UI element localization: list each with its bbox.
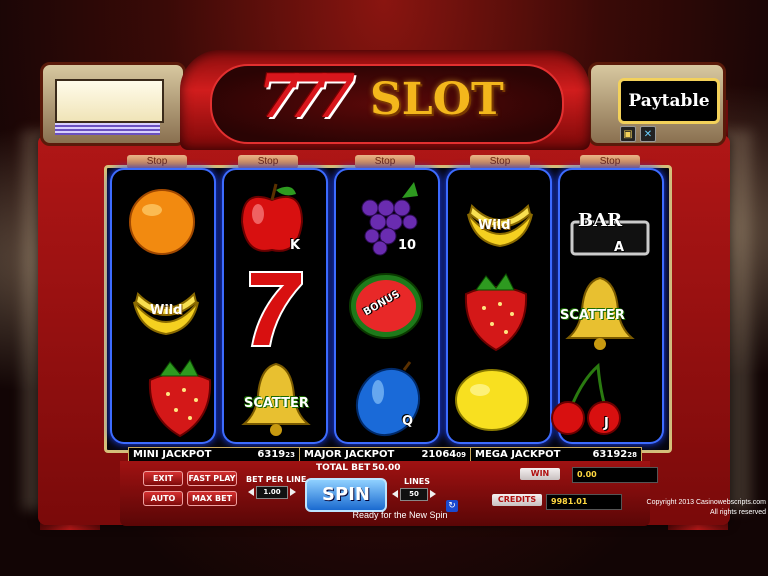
exit-button[interactable]: EXIT <box>143 471 183 486</box>
strawberry-symbol <box>140 358 220 438</box>
plum-symbol <box>348 358 428 438</box>
stop-button-reel-5[interactable]: Stop <box>580 155 640 169</box>
stop-button-reel-4[interactable]: Stop <box>470 155 530 169</box>
cherries-symbol <box>548 360 628 440</box>
symbol-corner-label: J <box>604 416 609 431</box>
bet-per-line-label: BET PER LINE <box>246 475 307 484</box>
fullscreen-icon[interactable]: ▣ <box>620 126 636 142</box>
lines-label: LINES <box>404 477 430 486</box>
jackpot-name: MEGA JACKPOT <box>475 449 561 460</box>
symbol-label: Wild <box>478 218 511 233</box>
left-light-box <box>40 62 186 146</box>
symbol-corner-label: Q <box>402 414 414 429</box>
spin-button[interactable]: SPIN <box>305 478 387 512</box>
copyright-text: Copyright 2013 Casinowebscripts.com All … <box>646 499 766 516</box>
stop-button-reel-1[interactable]: Stop <box>127 155 187 169</box>
lines-decrease-arrow[interactable] <box>392 490 398 498</box>
symbol-label: Wild <box>150 303 183 318</box>
seven-symbol <box>236 268 316 348</box>
symbol-corner-label: 10 <box>398 238 417 253</box>
symbol-corner-label: A <box>614 240 625 255</box>
orange-symbol <box>122 182 202 262</box>
bar-symbol-label: BAR <box>578 210 623 231</box>
win-value: 0.00 <box>572 467 658 483</box>
lines-increase-arrow[interactable] <box>430 490 436 498</box>
stop-button-reel-3[interactable]: Stop <box>355 155 415 169</box>
symbol-label: SCATTER <box>560 308 625 323</box>
bet-decrease-arrow[interactable] <box>248 488 254 496</box>
auto-button[interactable]: AUTO <box>143 491 183 506</box>
paytable-button[interactable]: Paytable <box>618 78 720 124</box>
stop-button-reel-2[interactable]: Stop <box>238 155 298 169</box>
win-label: WIN <box>520 468 560 480</box>
credits-label: CREDITS <box>492 494 542 506</box>
jackpot-value: 631923 <box>257 449 295 460</box>
strawberry-symbol <box>456 272 536 352</box>
total-bet-label: TOTAL BET <box>316 463 371 473</box>
jackpot-value: 6319228 <box>592 449 637 460</box>
total-bet-value: 50.00 <box>372 463 401 473</box>
settings-icon[interactable]: ✕ <box>640 126 656 142</box>
bet-increase-arrow[interactable] <box>290 488 296 496</box>
mega-jackpot: MEGA JACKPOT 6319228 <box>471 448 641 462</box>
logo-word: SLOT <box>370 74 504 125</box>
major-jackpot: MAJOR JACKPOT 2106409 <box>300 448 471 462</box>
mini-jackpot: MINI JACKPOT 631923 <box>129 448 300 462</box>
symbol-corner-label: K <box>290 238 301 253</box>
symbol-label: SCATTER <box>244 396 309 411</box>
fast-play-button[interactable]: FAST PLAY <box>187 471 237 486</box>
jackpot-value: 2106409 <box>421 449 466 460</box>
jackpot-name: MAJOR JACKPOT <box>304 449 395 460</box>
max-bet-button[interactable]: MAX BET <box>187 491 237 506</box>
lines-value: 50 <box>400 488 428 501</box>
bet-per-line-value: 1.00 <box>256 486 288 499</box>
lemon-symbol <box>452 360 532 440</box>
credits-value: 9981.01 <box>546 494 622 510</box>
status-message: Ready for the New Spin <box>352 510 448 520</box>
jackpot-name: MINI JACKPOT <box>133 449 212 460</box>
logo-numerals: 777 <box>258 62 355 132</box>
